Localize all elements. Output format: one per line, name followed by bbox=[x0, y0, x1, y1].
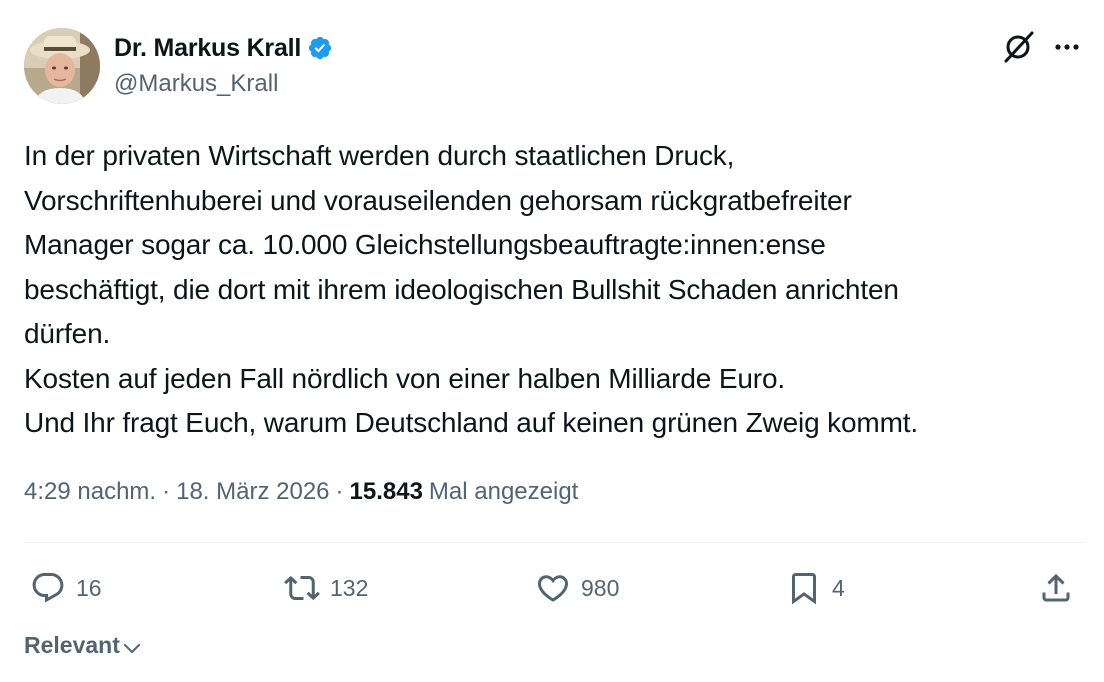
author-name-row: Dr. Markus Krall bbox=[114, 34, 333, 62]
grok-icon[interactable] bbox=[1002, 30, 1036, 64]
share-button[interactable] bbox=[1038, 568, 1074, 608]
tweet-text: In der privaten Wirtschaft werden durch … bbox=[24, 140, 919, 438]
tweet-date[interactable]: 18. März 2026 bbox=[176, 478, 329, 506]
avatar[interactable] bbox=[24, 28, 100, 104]
verified-badge-icon[interactable] bbox=[307, 35, 333, 61]
divider bbox=[24, 542, 1086, 543]
views-label[interactable]: Mal angezeigt bbox=[429, 478, 578, 506]
sort-label: Relevant bbox=[24, 632, 120, 658]
bookmark-button[interactable]: 4 bbox=[786, 568, 845, 608]
more-icon[interactable] bbox=[1052, 32, 1082, 62]
views-count[interactable]: 15.843 bbox=[350, 478, 423, 506]
sort-relevant-dropdown[interactable]: Relevant bbox=[24, 632, 142, 659]
meta-separator: · bbox=[162, 478, 171, 505]
tweet-meta: 4:29 nachm. · 18. März 2026 · 15.843 Mal… bbox=[24, 478, 578, 506]
avatar-image bbox=[24, 28, 100, 104]
author-name[interactable]: Dr. Markus Krall bbox=[114, 34, 301, 63]
share-icon bbox=[1042, 573, 1070, 602]
bookmark-icon bbox=[792, 573, 816, 605]
like-button[interactable]: 980 bbox=[535, 568, 619, 608]
author-handle[interactable]: @Markus_Krall bbox=[114, 70, 278, 98]
tweet-time[interactable]: 4:29 nachm. bbox=[24, 478, 156, 506]
like-count: 980 bbox=[581, 574, 620, 601]
meta-separator: · bbox=[335, 478, 344, 505]
repost-count: 132 bbox=[330, 574, 369, 601]
repost-icon bbox=[284, 575, 320, 601]
bookmark-count: 4 bbox=[832, 574, 845, 601]
repost-button[interactable]: 132 bbox=[284, 568, 368, 608]
chevron-down-icon bbox=[123, 643, 140, 653]
like-icon bbox=[537, 575, 569, 602]
header-actions bbox=[1002, 30, 1082, 64]
tweet-card: Dr. Markus Krall @Markus_Krall In der pr… bbox=[0, 0, 1104, 682]
reply-icon bbox=[32, 573, 64, 603]
reply-button[interactable]: 16 bbox=[30, 568, 102, 608]
reply-count: 16 bbox=[76, 574, 102, 601]
